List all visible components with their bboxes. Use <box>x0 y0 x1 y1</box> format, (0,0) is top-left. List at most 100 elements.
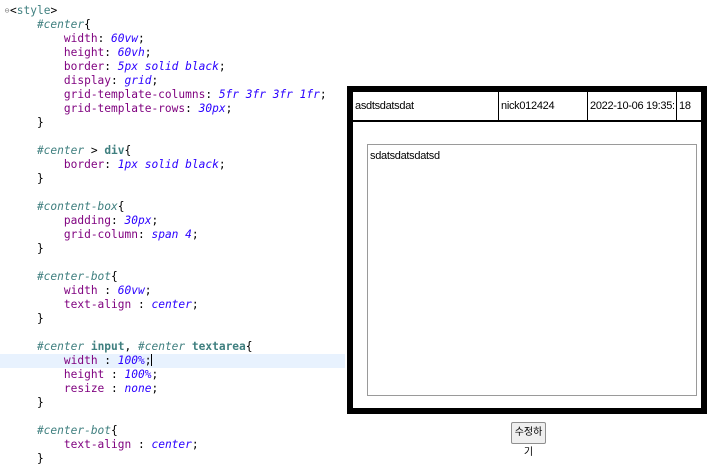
code-token: : <box>104 46 118 59</box>
code-line[interactable]: } <box>0 242 345 256</box>
code-line[interactable]: grid-template-columns: 5fr 3fr 3fr 1fr; <box>0 88 345 102</box>
code-token: } <box>10 396 44 409</box>
code-token: border <box>10 60 105 73</box>
code-token: ; <box>151 214 159 227</box>
code-line[interactable]: height : 100%; <box>0 368 345 382</box>
code-line[interactable]: } <box>0 396 345 410</box>
code-token: : <box>111 368 125 381</box>
code-token: 5fr 3fr 3fr 1fr <box>218 88 320 101</box>
code-token: : <box>137 298 152 311</box>
code-line[interactable]: #center-bot{ <box>0 424 345 438</box>
title-cell: asdtsdatsdat <box>352 91 499 121</box>
code-line[interactable] <box>0 130 345 144</box>
code-text: height : 100%; <box>10 368 158 382</box>
code-line[interactable] <box>0 256 345 270</box>
code-line[interactable]: border: 5px solid black; <box>0 60 345 74</box>
code-text: } <box>10 452 44 466</box>
code-token: #center-bot <box>10 270 112 283</box>
code-line[interactable]: #center > div{ <box>0 144 345 158</box>
code-token: { <box>111 424 118 437</box>
code-token: border <box>10 158 105 171</box>
code-text: width: 60vw; <box>10 32 145 46</box>
writer-input[interactable]: nick012424 <box>501 95 585 117</box>
code-text: } <box>10 396 44 410</box>
code-line[interactable]: #center-bot{ <box>0 270 345 284</box>
code-text: padding: 30px; <box>10 214 158 228</box>
code-line[interactable]: display: grid; <box>0 74 345 88</box>
code-token: : <box>111 214 125 227</box>
writer-cell: nick012424 <box>498 91 588 121</box>
code-text: text-align : center; <box>10 298 199 312</box>
code-token: #center <box>10 144 85 157</box>
code-line[interactable]: #content-box{ <box>0 200 345 214</box>
code-text: } <box>10 172 44 186</box>
code-editor[interactable]: ⊖ <style> #center{ width: 60vw; height: 6… <box>0 0 345 475</box>
code-line[interactable]: resize : none; <box>0 382 345 396</box>
code-token: 60vh <box>117 46 145 59</box>
code-token: ; <box>138 32 145 45</box>
code-text: } <box>10 312 44 326</box>
edit-submit-button[interactable]: 수정하기 <box>511 422 546 458</box>
code-text: border: 1px solid black; <box>10 158 226 172</box>
code-line[interactable]: #center{ <box>0 18 345 32</box>
code-text: #center{ <box>10 18 91 32</box>
code-token: #center-bot <box>10 424 112 437</box>
title-input[interactable]: asdtsdatsdat <box>355 95 496 117</box>
code-token: ; <box>144 284 152 297</box>
views-input[interactable]: 18 <box>679 95 699 117</box>
code-line[interactable]: text-align : center; <box>0 438 345 452</box>
code-text: grid-column: span 4; <box>10 228 199 242</box>
content-textarea[interactable]: sdatsdatsdatsd <box>367 144 697 396</box>
code-token: 100% <box>117 354 145 367</box>
code-token: style <box>16 4 51 17</box>
code-token: height <box>10 46 105 59</box>
code-line[interactable]: } <box>0 116 345 130</box>
code-line[interactable]: } <box>0 312 345 326</box>
page-preview: asdtsdatsdat nick012424 2022-10-06 19:35… <box>347 86 722 475</box>
code-line[interactable] <box>0 326 345 340</box>
code-line[interactable]: width : 60vw; <box>0 284 345 298</box>
code-line[interactable]: height: 60vh; <box>0 46 345 60</box>
code-line[interactable]: border: 1px solid black; <box>0 158 345 172</box>
code-line[interactable]: width: 60vw; <box>0 32 345 46</box>
code-line[interactable]: #center input, #center textarea{ <box>0 340 345 354</box>
code-line[interactable] <box>0 186 345 200</box>
code-token: 60vw <box>117 284 145 297</box>
code-token: 30px <box>198 102 226 115</box>
code-token: input <box>90 340 125 353</box>
code-text: #center > div{ <box>10 144 131 158</box>
code-text: grid-template-rows: 30px; <box>10 102 232 116</box>
code-line[interactable]: } <box>0 172 345 186</box>
code-token: { <box>124 144 132 157</box>
code-token: : <box>185 102 199 115</box>
code-line[interactable]: grid-template-rows: 30px; <box>0 102 345 116</box>
code-token: height <box>10 368 112 381</box>
code-token: resize <box>10 382 112 395</box>
code-token: } <box>10 116 44 129</box>
code-token: grid <box>124 74 152 87</box>
code-text: border: 5px solid black; <box>10 60 226 74</box>
text-caret <box>151 354 153 366</box>
code-line[interactable] <box>0 410 345 424</box>
code-line[interactable]: } <box>0 452 345 466</box>
code-token: { <box>84 18 91 31</box>
code-token: grid-template-rows <box>10 102 186 115</box>
code-token: ; <box>151 382 159 395</box>
code-token: width <box>10 32 98 45</box>
code-token: : <box>104 284 118 297</box>
date-input[interactable]: 2022-10-06 19:35:48 <box>590 95 674 117</box>
code-token: span 4 <box>151 228 192 241</box>
code-line[interactable]: ⊖ <style> <box>0 4 345 18</box>
views-cell: 18 <box>676 91 702 121</box>
code-token: textarea <box>191 340 246 353</box>
code-line[interactable]: text-align : center; <box>0 298 345 312</box>
date-cell: 2022-10-06 19:35:48 <box>587 91 677 121</box>
code-line[interactable]: padding: 30px; <box>0 214 345 228</box>
code-line[interactable]: grid-column: span 4; <box>0 228 345 242</box>
code-line[interactable]: width : 100%; <box>0 354 345 368</box>
code-token: width <box>10 284 105 297</box>
code-token: : <box>104 158 118 171</box>
code-token: { <box>111 270 118 283</box>
code-token: } <box>10 452 44 465</box>
code-token: ; <box>191 438 199 451</box>
